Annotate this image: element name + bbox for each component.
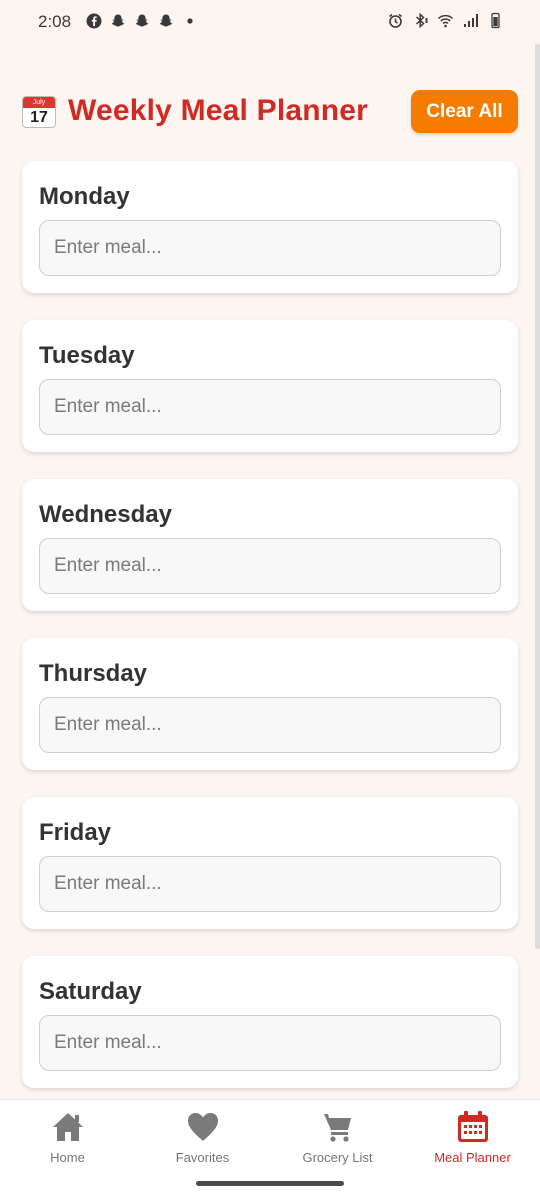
day-card-tuesday: Tuesday	[22, 320, 518, 452]
meal-input-tuesday[interactable]	[39, 379, 501, 435]
dot-icon	[182, 13, 198, 29]
heart-icon	[187, 1113, 218, 1141]
alarm-icon	[387, 12, 404, 29]
day-title: Friday	[39, 819, 112, 846]
bluetooth-icon	[412, 12, 429, 29]
header: July 17 Weekly Meal Planner Clear All	[22, 90, 518, 136]
nav-label-home: Home	[50, 1150, 85, 1165]
signal-icon	[462, 12, 479, 29]
wifi-icon	[437, 12, 454, 29]
day-title: Tuesday	[39, 342, 135, 369]
clear-all-button[interactable]: Clear All	[411, 90, 518, 133]
day-title: Thursday	[39, 660, 148, 687]
status-bar: 2:08	[0, 0, 540, 44]
home-icon	[52, 1113, 83, 1141]
home-indicator[interactable]	[196, 1181, 344, 1186]
meal-input-saturday[interactable]	[39, 1015, 501, 1071]
scroll-indicator[interactable]	[535, 44, 540, 949]
page-title: Weekly Meal Planner	[68, 94, 369, 127]
nav-item-home[interactable]: Home	[0, 1110, 135, 1170]
day-card-saturday: Saturday	[22, 956, 518, 1088]
nav-label-favorites: Favorites	[175, 1150, 230, 1165]
day-card-monday: Monday	[22, 161, 518, 293]
calendar-emoji-day: 17	[30, 109, 48, 126]
nav-label-grocery-list: Grocery List	[302, 1150, 373, 1165]
day-card-thursday: Thursday	[22, 638, 518, 770]
meal-input-monday[interactable]	[39, 220, 501, 276]
day-title: Saturday	[39, 978, 142, 1005]
calendar-emoji-icon: July 17	[22, 96, 56, 128]
meal-input-thursday[interactable]	[39, 697, 501, 753]
app-screen: 2:08 July 17 Weekly Meal Planner Clear A…	[0, 0, 540, 1200]
facebook-icon	[86, 13, 102, 29]
snapchat-icon	[110, 13, 126, 29]
snapchat-icon	[158, 13, 174, 29]
day-card-friday: Friday	[22, 797, 518, 929]
snapchat-icon	[134, 13, 150, 29]
notification-icons	[86, 13, 198, 29]
day-title: Wednesday	[39, 501, 172, 528]
calendar-emoji-month: July	[23, 97, 55, 108]
day-card-wednesday: Wednesday	[22, 479, 518, 611]
day-title: Monday	[39, 183, 130, 210]
meal-input-friday[interactable]	[39, 856, 501, 912]
nav-item-grocery-list[interactable]: Grocery List	[270, 1110, 405, 1170]
battery-icon	[487, 12, 504, 29]
status-time: 2:08	[38, 12, 72, 31]
system-status-icons	[387, 12, 504, 29]
nav-item-favorites[interactable]: Favorites	[135, 1110, 270, 1170]
nav-item-meal-planner[interactable]: Meal Planner	[405, 1110, 540, 1170]
calendar-icon	[457, 1111, 488, 1142]
meal-input-wednesday[interactable]	[39, 538, 501, 594]
nav-label-meal-planner: Meal Planner	[434, 1150, 511, 1165]
cart-icon	[323, 1114, 351, 1142]
